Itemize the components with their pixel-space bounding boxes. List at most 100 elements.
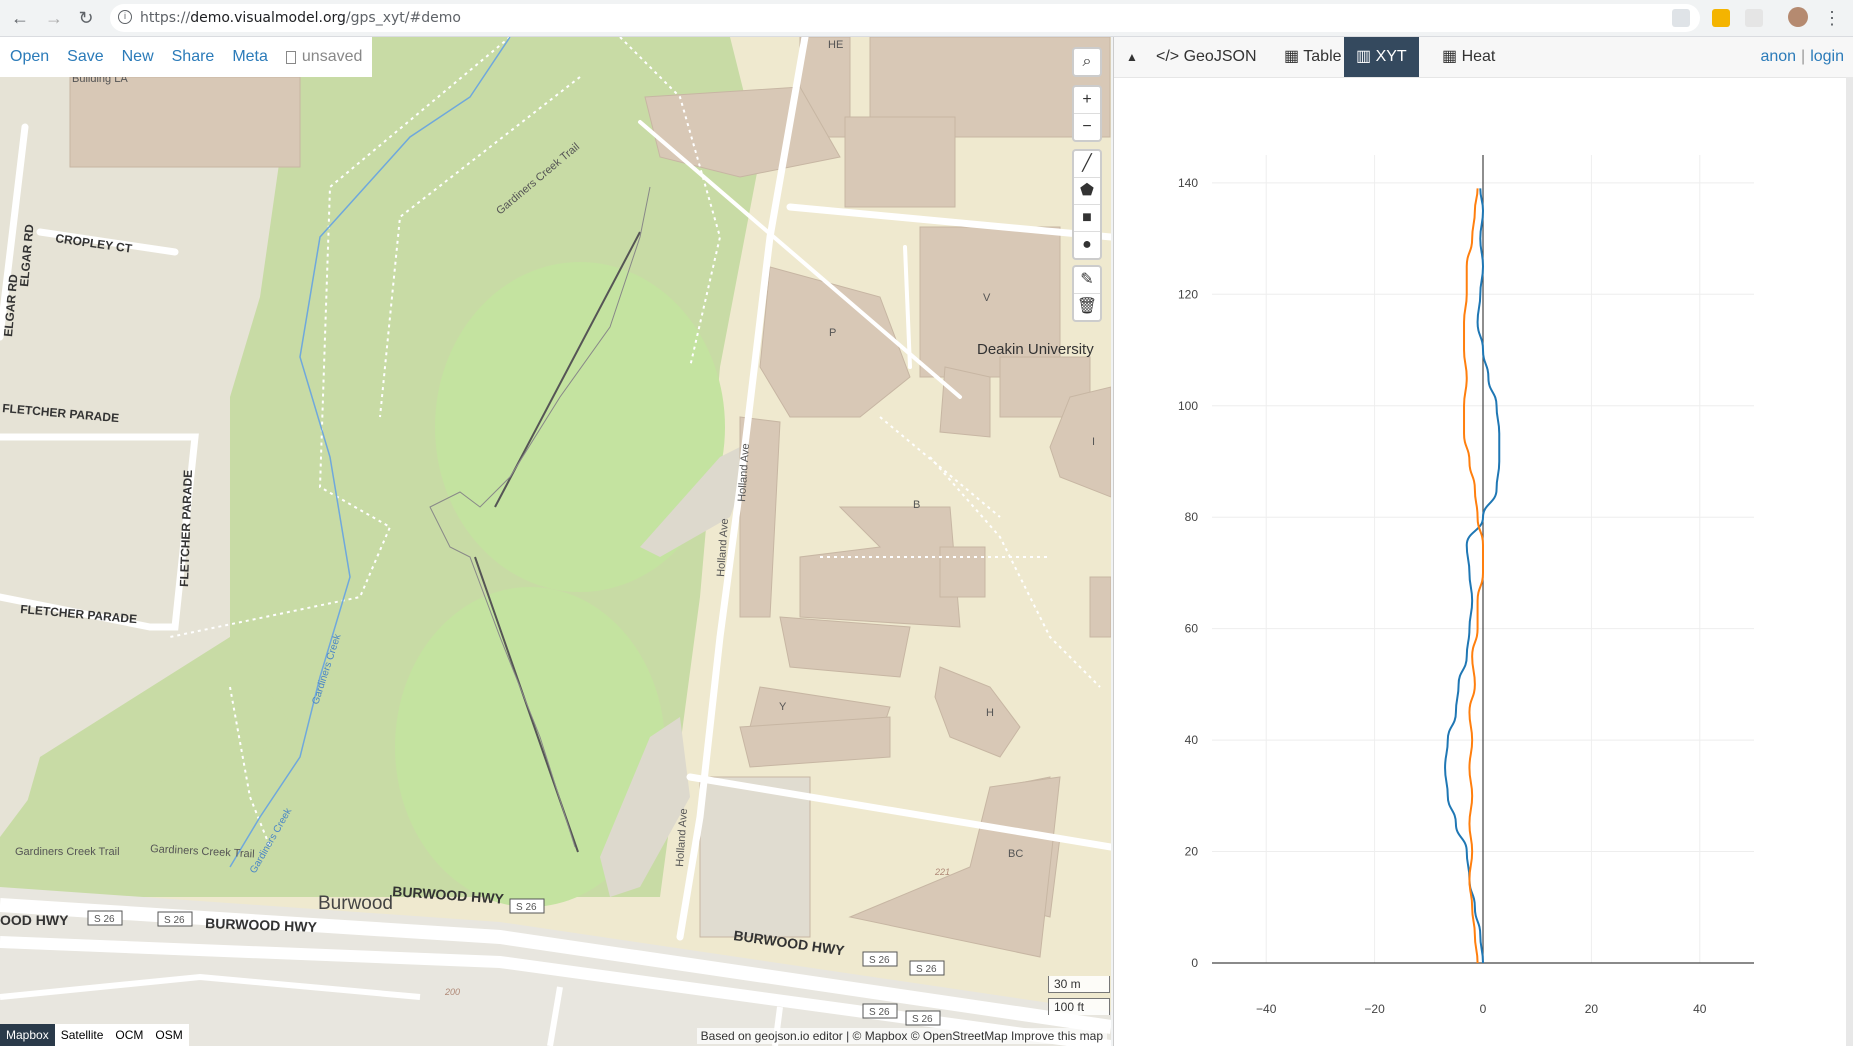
label-building: I — [1092, 436, 1095, 448]
label-burwood-hwy: OOD HWY — [0, 912, 69, 928]
scale-imperial: 100 ft — [1048, 998, 1110, 1015]
new-button[interactable]: New — [122, 48, 154, 66]
route-shield: S 26 — [905, 1010, 941, 1026]
browser-toolbar: ← → ↻ i https://demo.visualmodel.org/gps… — [0, 0, 1853, 37]
y-tick-label: 40 — [1185, 733, 1199, 747]
grid-icon: ▦ — [1442, 48, 1462, 65]
zoom-in-button[interactable]: + — [1074, 87, 1100, 114]
address-bar[interactable]: i https://demo.visualmodel.org/gps_xyt/#… — [110, 4, 1700, 32]
layer-mapbox[interactable]: Mapbox — [0, 1024, 55, 1046]
svg-text:S 26: S 26 — [516, 902, 537, 913]
x-tick-label: −20 — [1364, 1002, 1385, 1016]
extension-icon[interactable] — [1745, 9, 1763, 27]
label-building: Y — [779, 701, 787, 713]
anon-link[interactable]: anon — [1760, 48, 1796, 65]
file-toolbar: Open Save New Share Meta unsaved — [0, 37, 373, 77]
avatar[interactable] — [1788, 7, 1808, 27]
map-canvas[interactable]: ELGAR RD ELGAR RD CROPLEY CT FLETCHER PA… — [0, 37, 1111, 1046]
layer-satellite[interactable]: Satellite — [55, 1024, 110, 1046]
label-building: BC — [1008, 848, 1023, 860]
edit-icon[interactable]: ✎ — [1074, 267, 1100, 294]
reload-icon[interactable]: ↻ — [74, 6, 98, 30]
save-status: unsaved — [285, 48, 363, 66]
marker-icon[interactable]: ● — [1074, 232, 1100, 258]
chart-icon: ▥ — [1356, 48, 1376, 65]
svg-text:S 26: S 26 — [916, 964, 937, 975]
back-icon[interactable]: ← — [8, 6, 32, 30]
y-tick-label: 100 — [1178, 399, 1198, 413]
polygon-icon[interactable]: ⬟ — [1074, 178, 1100, 205]
label-address: 200 — [444, 987, 460, 997]
label-address: 221 — [934, 867, 950, 877]
document-icon — [285, 50, 296, 64]
label-building: HE — [828, 39, 843, 51]
label-building: V — [983, 292, 991, 304]
route-shield: S 26 — [862, 1003, 898, 1019]
search-control[interactable]: ⌕ — [1072, 47, 1102, 77]
chart-series — [1444, 188, 1501, 964]
url-text: https://demo.visualmodel.org/gps_xyt/#de… — [140, 10, 461, 26]
zoom-control: + − — [1072, 85, 1102, 142]
code-icon: </> — [1156, 48, 1184, 65]
route-shield: S 26 — [157, 911, 193, 927]
panel-tabs: ▲ </> GeoJSON ▦ Table ▥ XYT ▦ Heat anon |… — [1114, 37, 1853, 78]
translate-icon[interactable] — [1672, 9, 1690, 27]
label-deakin-university: Deakin University — [977, 341, 1094, 358]
svg-text:S 26: S 26 — [869, 1007, 890, 1018]
layer-ocm[interactable]: OCM — [109, 1024, 149, 1046]
forward-icon[interactable]: → — [42, 6, 66, 30]
tab-xyt[interactable]: ▥ XYT — [1344, 37, 1419, 77]
chart-ticks: −40 −20 0 20 40 0 20 40 60 80 100 120 140 — [1178, 176, 1707, 1016]
xyt-chart[interactable]: −40 −20 0 20 40 0 20 40 60 80 100 120 140 — [1114, 77, 1846, 1046]
svg-text:S 26: S 26 — [869, 955, 890, 966]
tab-geojson[interactable]: </> GeoJSON — [1144, 37, 1269, 77]
route-shield: S 26 — [87, 910, 123, 926]
y-tick-label: 60 — [1185, 622, 1199, 636]
y-tick-label: 0 — [1191, 956, 1198, 970]
zoom-out-button[interactable]: − — [1074, 114, 1100, 140]
y-tick-label: 20 — [1185, 845, 1199, 859]
search-icon[interactable]: ⌕ — [1074, 49, 1100, 75]
layer-switcher: Mapbox Satellite OCM OSM — [0, 1024, 189, 1046]
auth-links: anon | login — [1760, 37, 1844, 77]
map-view[interactable]: ELGAR RD ELGAR RD CROPLEY CT FLETCHER PA… — [0, 37, 1111, 1046]
login-link[interactable]: login — [1810, 48, 1844, 65]
meta-button[interactable]: Meta — [232, 48, 268, 66]
open-button[interactable]: Open — [10, 48, 49, 66]
extension-icon[interactable] — [1712, 9, 1730, 27]
route-shield: S 26 — [862, 951, 898, 967]
collapse-icon[interactable]: ▲ — [1126, 50, 1138, 64]
layer-osm[interactable]: OSM — [149, 1024, 188, 1046]
label-building: P — [829, 327, 836, 339]
share-button[interactable]: Share — [172, 48, 215, 66]
save-button[interactable]: Save — [67, 48, 103, 66]
rectangle-icon[interactable]: ■ — [1074, 205, 1100, 232]
route-shield: S 26 — [509, 898, 545, 914]
svg-text:S 26: S 26 — [164, 915, 185, 926]
y-tick-label: 120 — [1178, 287, 1198, 301]
x-tick-label: 20 — [1585, 1002, 1599, 1016]
x-tick-label: −40 — [1256, 1002, 1277, 1016]
x-tick-label: 40 — [1693, 1002, 1707, 1016]
line-icon[interactable]: ╱ — [1074, 151, 1100, 178]
route-shield: S 26 — [909, 960, 945, 976]
auth-separator: | — [1801, 48, 1806, 65]
info-icon[interactable]: i — [118, 10, 132, 24]
svg-text:S 26: S 26 — [912, 1014, 933, 1025]
map-attribution[interactable]: Based on geojson.io editor | © Mapbox © … — [696, 1028, 1107, 1044]
label-building: B — [913, 499, 920, 511]
tab-table[interactable]: ▦ Table — [1272, 37, 1354, 77]
table-icon: ▦ — [1284, 48, 1304, 65]
trash-icon[interactable]: 🗑 — [1074, 294, 1100, 320]
label-burwood: Burwood — [318, 893, 393, 914]
panel-scrollbar[interactable] — [1846, 77, 1853, 1046]
menu-icon[interactable]: ⋮ — [1820, 6, 1844, 30]
label-gardiners-creek-trail: Gardiners Creek Trail — [15, 846, 120, 858]
edit-toolbar: ✎ 🗑 — [1072, 265, 1102, 322]
save-status-label: unsaved — [301, 48, 363, 65]
tab-heat[interactable]: ▦ Heat — [1430, 37, 1507, 77]
y-tick-label: 80 — [1185, 510, 1199, 524]
side-panel: ▲ </> GeoJSON ▦ Table ▥ XYT ▦ Heat anon |… — [1113, 37, 1853, 1046]
label-building: H — [986, 707, 994, 719]
draw-toolbar: ╱ ⬟ ■ ● — [1072, 149, 1102, 260]
